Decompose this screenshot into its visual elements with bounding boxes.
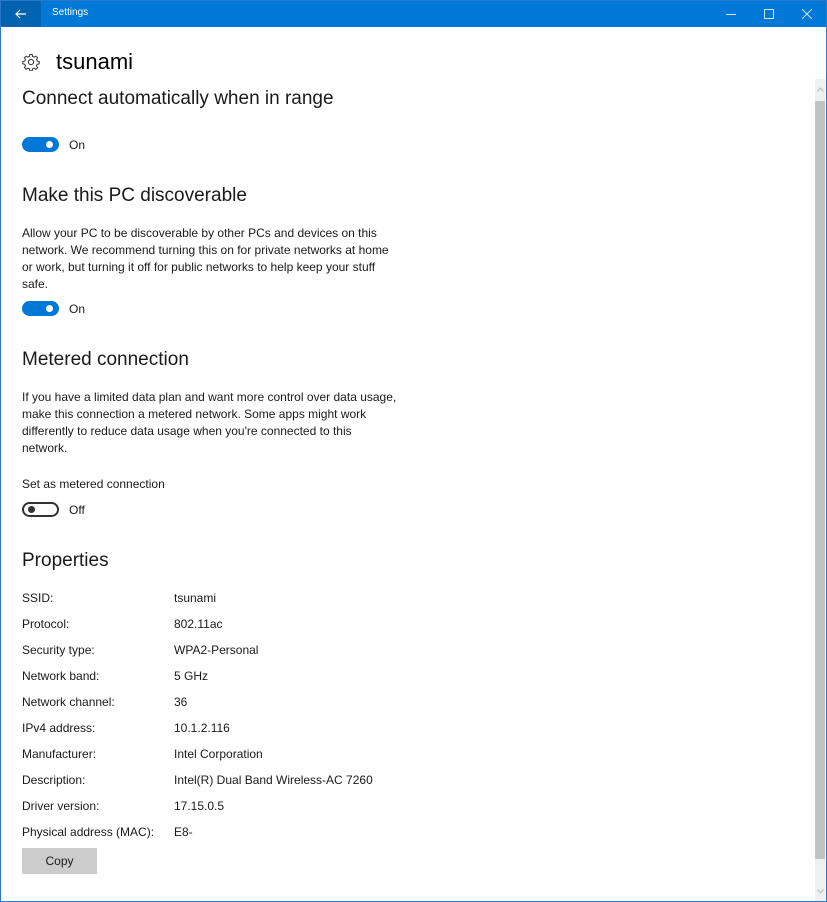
- window-title: Settings: [52, 7, 89, 18]
- minimize-button[interactable]: [712, 1, 750, 27]
- property-key: Network band:: [22, 669, 100, 683]
- property-key: Network channel:: [22, 695, 115, 709]
- discoverable-toggle[interactable]: [22, 301, 59, 316]
- property-key: SSID:: [22, 591, 54, 605]
- property-value: Intel(R) Dual Band Wireless-AC 7260: [174, 773, 373, 787]
- discoverable-description: Allow your PC to be discoverable by othe…: [22, 226, 389, 291]
- property-key: IPv4 address:: [22, 721, 96, 735]
- close-icon: [802, 9, 812, 19]
- toggle-knob: [28, 506, 35, 513]
- copy-button[interactable]: Copy: [22, 848, 97, 874]
- connect-auto-toggle[interactable]: [22, 137, 59, 152]
- property-value: 36: [174, 695, 188, 709]
- connect-auto-heading: Connect automatically when in range: [22, 88, 334, 109]
- page-header: tsunami: [22, 49, 133, 75]
- vertical-scrollbar[interactable]: [815, 79, 825, 901]
- property-value: 802.11ac: [174, 617, 223, 631]
- settings-window: Settings tsunami Connect automatically w…: [0, 0, 827, 902]
- scroll-thumb[interactable]: [815, 101, 825, 859]
- property-value: 10.1.2.116: [174, 721, 230, 735]
- property-key: Physical address (MAC):: [22, 825, 155, 839]
- connect-auto-toggle-row: On: [22, 137, 85, 152]
- properties-heading: Properties: [22, 550, 109, 571]
- metered-toggle-row: Off: [22, 502, 85, 517]
- metered-setting-label: Set as metered connection: [22, 477, 165, 491]
- chevron-up-icon: [816, 86, 824, 92]
- maximize-button[interactable]: [750, 1, 788, 27]
- property-value: E8-: [174, 825, 193, 839]
- property-key: Driver version:: [22, 799, 100, 813]
- metered-state: Off: [69, 502, 85, 517]
- title-bar: Settings: [1, 1, 826, 27]
- property-value: 5 GHz: [174, 669, 209, 683]
- close-button[interactable]: [788, 1, 826, 27]
- maximize-icon: [764, 9, 774, 19]
- scroll-up-button[interactable]: [815, 79, 825, 99]
- minimize-icon: [726, 14, 736, 15]
- property-key: Description:: [22, 773, 86, 787]
- property-key: Security type:: [22, 643, 95, 657]
- metered-description: If you have a limited data plan and want…: [22, 390, 397, 455]
- property-value: 17.15.0.5: [174, 799, 225, 813]
- scroll-down-button[interactable]: [815, 881, 825, 901]
- back-arrow-icon: [15, 9, 26, 19]
- discoverable-toggle-row: On: [22, 301, 85, 316]
- connect-auto-state: On: [69, 137, 86, 152]
- property-value: WPA2-Personal: [174, 643, 259, 657]
- back-button[interactable]: [1, 1, 41, 27]
- discoverable-state: On: [69, 301, 86, 316]
- property-key: Manufacturer:: [22, 747, 97, 761]
- property-value: Intel Corporation: [174, 747, 263, 761]
- metered-toggle[interactable]: [22, 502, 59, 517]
- discoverable-heading: Make this PC discoverable: [22, 185, 247, 206]
- property-key: Protocol:: [22, 617, 70, 631]
- toggle-knob: [46, 141, 53, 148]
- page-title: tsunami: [56, 49, 134, 74]
- property-value: tsunami: [174, 591, 217, 605]
- metered-heading: Metered connection: [22, 349, 189, 370]
- gear-icon: [22, 54, 40, 71]
- toggle-knob: [46, 305, 53, 312]
- chevron-down-icon: [816, 888, 824, 894]
